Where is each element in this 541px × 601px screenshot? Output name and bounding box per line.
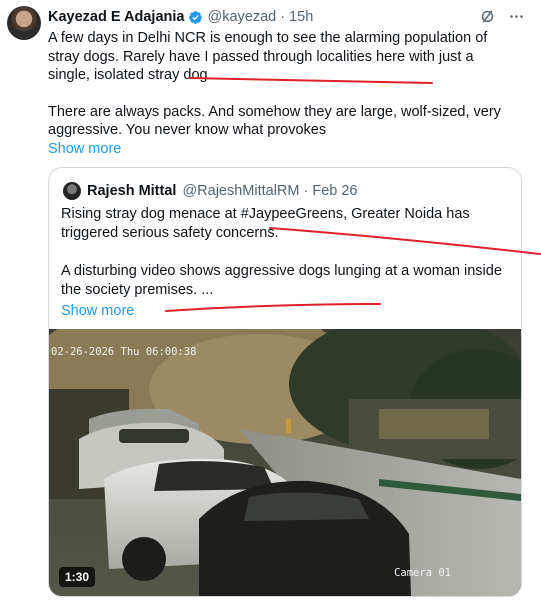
quote-author-name[interactable]: Rajesh Mittal (87, 183, 176, 199)
tweet-actions (479, 8, 525, 25)
quoted-tweet-card[interactable]: Rajesh Mittal @RajeshMittalRM · Feb 26 R… (48, 167, 522, 597)
quote-text-paragraph-1: Rising stray dog menace at #JaypeeGreens… (61, 206, 470, 241)
quote-text-paragraph-2: A disturbing video shows aggressive dogs… (61, 263, 502, 298)
video-frame (49, 329, 521, 596)
quote-author-avatar[interactable] (63, 182, 81, 200)
verified-badge-icon (189, 10, 203, 24)
quote-author-handle[interactable]: @RajeshMittalRM (182, 183, 299, 199)
video-duration-badge: 1:30 (59, 567, 96, 587)
quote-time[interactable]: · Feb 26 (304, 183, 358, 199)
video-camera-label: Camera 01 (394, 567, 451, 579)
quote-show-more-link[interactable]: Show more (61, 302, 513, 321)
tweet-header: Kayezad E Adajania @kayezad · 15h (48, 9, 313, 25)
video-timestamp: 02-26-2026 Thu 06:00:38 (51, 346, 197, 358)
quote-body: Rising stray dog menace at #JaypeeGreens… (61, 205, 513, 321)
tweet-body: A few days in Delhi NCR is enough to see… (48, 29, 518, 158)
author-avatar[interactable] (7, 6, 41, 40)
quote-header: Rajesh Mittal @RajeshMittalRM · Feb 26 (63, 182, 358, 200)
author-handle[interactable]: @kayezad (207, 9, 276, 25)
author-name[interactable]: Kayezad E Adajania (48, 9, 184, 25)
ellipsis-icon[interactable] (508, 8, 525, 25)
show-more-link[interactable]: Show more (48, 141, 121, 157)
video-player[interactable]: 02-26-2026 Thu 06:00:38 Camera 01 1:30 (49, 329, 521, 596)
tweet-time[interactable]: · 15h (280, 9, 313, 25)
tweet-text-paragraph-1: A few days in Delhi NCR is enough to see… (48, 30, 488, 83)
tweet-text-paragraph-2: There are always packs. And somehow they… (48, 103, 501, 139)
slash-circle-icon[interactable] (479, 8, 496, 25)
